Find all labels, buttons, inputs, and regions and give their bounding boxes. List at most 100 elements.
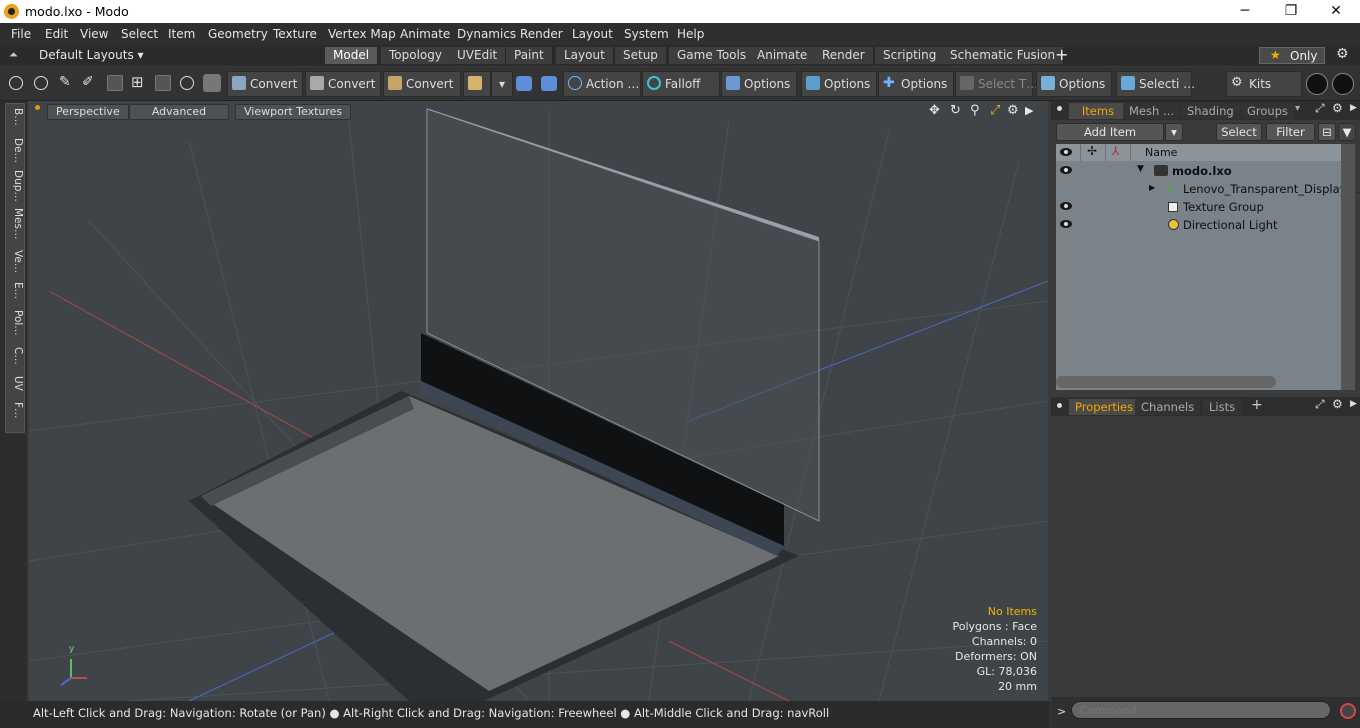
vtab-mesh-edit[interactable]: Mes… [6,208,24,240]
selection-sets-button[interactable]: Selecti … [1116,71,1195,97]
command-input[interactable] [1071,701,1331,719]
vtab-polygon[interactable]: Pol… [6,310,24,336]
item-row-light[interactable]: Directional Light [1056,216,1341,234]
mirror-icon[interactable]: ⊞ [131,73,144,91]
add-item-dropdown-icon[interactable]: ▾ [1165,123,1183,141]
tabs-dropdown-icon[interactable]: ▾ [1295,103,1300,114]
type-column-header[interactable]: ⅄ [1106,144,1131,161]
kits-button[interactable]: ⚙ Kits [1226,71,1302,97]
loop-icon[interactable] [180,76,194,90]
viewport-settings-icon[interactable]: ⚙ [1007,103,1019,118]
gear-icon[interactable]: ⚙ [1336,46,1349,62]
add-item-button[interactable]: Add Item [1056,123,1164,141]
visibility-eye-icon[interactable] [1060,166,1072,174]
perspective-button[interactable]: Perspective [47,104,129,120]
select-circle-icon[interactable] [9,76,23,90]
menu-dynamics[interactable]: Dynamics [457,27,516,41]
vtab-duplicate[interactable]: Dup… [6,170,24,202]
menu-file[interactable]: File [11,27,31,41]
minimize-button[interactable]: ─ [1230,2,1260,20]
add-layout-icon[interactable]: + [1055,45,1068,64]
add-tab-icon[interactable]: + [1251,397,1263,413]
symmetry-icon[interactable] [516,76,532,91]
convert-edges-button[interactable]: Convert [305,71,381,97]
only-toggle[interactable]: ★ Only [1259,47,1325,64]
item-row-mesh[interactable]: ▶ ⅄ Lenovo_Transparent_Display_… [1056,180,1360,198]
collapse-list-icon[interactable]: ⊟ [1318,123,1336,141]
menu-animate[interactable]: Animate [400,27,450,41]
3d-viewport[interactable]: Perspective Advanced Viewport Textures ✥… [29,101,1048,701]
visibility-eye-icon[interactable] [1060,202,1072,210]
mode-dropdown[interactable]: ▾ [491,71,513,97]
viewport-menu-icon[interactable]: ▶ [1025,104,1033,117]
visibility-eye-icon[interactable] [1060,220,1072,228]
tab-mesh[interactable]: Mesh … [1123,103,1181,119]
panel-menu-icon[interactable]: ▶ [1350,103,1357,113]
tab-uvedit[interactable]: UVEdit [449,47,507,64]
item-row-texture-group[interactable]: Texture Group [1056,198,1341,216]
vertical-scrollbar[interactable] [1341,144,1355,390]
rotate-view-icon[interactable]: ↻ [950,103,961,118]
brush-icon[interactable]: ✐ [82,74,94,90]
selection-options-button[interactable]: Options [1036,71,1112,97]
snapping-options-button[interactable]: Options [801,71,877,97]
vtab-edge[interactable]: E… [6,282,24,299]
vtab-deform[interactable]: De… [6,138,24,163]
advanced-button[interactable]: Advanced [129,104,229,120]
tab-paint[interactable]: Paint [506,47,553,64]
funnel-icon[interactable]: ▼ [1338,123,1356,141]
vtab-fusion[interactable]: F… [6,402,24,419]
workplane-options-button[interactable]: ✚ Options [878,71,954,97]
name-column-header[interactable]: Name [1131,144,1342,161]
box-select-icon[interactable] [155,75,171,91]
menu-texture[interactable]: Texture [273,27,317,41]
move-view-icon[interactable]: ✥ [929,103,940,118]
tab-schematic-fusion[interactable]: Schematic Fusion [942,47,1065,64]
shield-icon[interactable] [203,74,221,92]
convert-vertices-button[interactable]: Convert [227,71,303,97]
expand-panel-icon[interactable]: ⤢ [1315,101,1325,116]
vtab-curve[interactable]: C… [6,347,24,365]
item-row-scene[interactable]: ▼ modo.lxo [1056,162,1341,180]
record-macro-icon[interactable] [1340,703,1356,719]
vtab-vertex[interactable]: Ve… [6,250,24,273]
filter-button[interactable]: Filter [1266,123,1315,141]
globe-icon[interactable] [34,76,48,90]
vtab-uv[interactable]: UV [6,376,24,391]
falloff-options-button[interactable]: Options [721,71,797,97]
pen-icon[interactable]: ✎ [59,74,71,90]
tab-items[interactable]: Items [1069,103,1127,119]
action-center-button[interactable]: Action … [563,71,641,97]
tab-groups[interactable]: Groups [1241,103,1295,119]
menu-geometry[interactable]: Geometry [208,27,268,41]
menu-select[interactable]: Select [121,27,158,41]
default-layouts-dropdown[interactable]: Default Layouts ▾ [39,48,144,62]
tab-render[interactable]: Render [814,47,874,64]
item-list[interactable]: ✢ ⅄ Name ▼ modo.lxo ▶ ⅄ Lenovo_Transpare… [1056,144,1360,390]
visibility-column-header[interactable] [1056,144,1081,161]
tab-lists[interactable]: Lists [1203,399,1242,415]
tab-animate[interactable]: Animate [749,47,817,64]
tab-game-tools[interactable]: Game Tools [669,47,756,64]
tab-setup[interactable]: Setup [615,47,667,64]
tab-model[interactable]: Model [325,47,379,64]
item-mode-button[interactable] [463,71,491,97]
viewport-textures-button[interactable]: Viewport Textures [235,104,352,120]
tab-topology[interactable]: Topology [381,47,451,64]
close-button[interactable]: ✕ [1321,2,1351,20]
tab-channels[interactable]: Channels [1135,399,1201,415]
panel-gear-icon[interactable]: ⚙ [1332,101,1343,115]
zoom-view-icon[interactable]: ⚲ [970,103,980,118]
expand-panel-icon[interactable]: ⤢ [1315,397,1325,412]
expand-arrow-icon[interactable]: ▶ [1149,183,1155,192]
panel-menu-icon[interactable]: ▶ [1350,399,1357,409]
tab-layout[interactable]: Layout [556,47,614,64]
unity-icon[interactable] [1306,73,1328,95]
collapse-icon[interactable]: ⏶ [9,48,18,62]
menu-view[interactable]: View [80,27,108,41]
tab-properties[interactable]: Properties [1069,399,1140,415]
menu-item[interactable]: Item [168,27,195,41]
convert-polygons-button[interactable]: Convert [383,71,461,97]
tab-shading[interactable]: Shading [1181,103,1240,119]
menu-vertex-map[interactable]: Vertex Map [328,27,396,41]
